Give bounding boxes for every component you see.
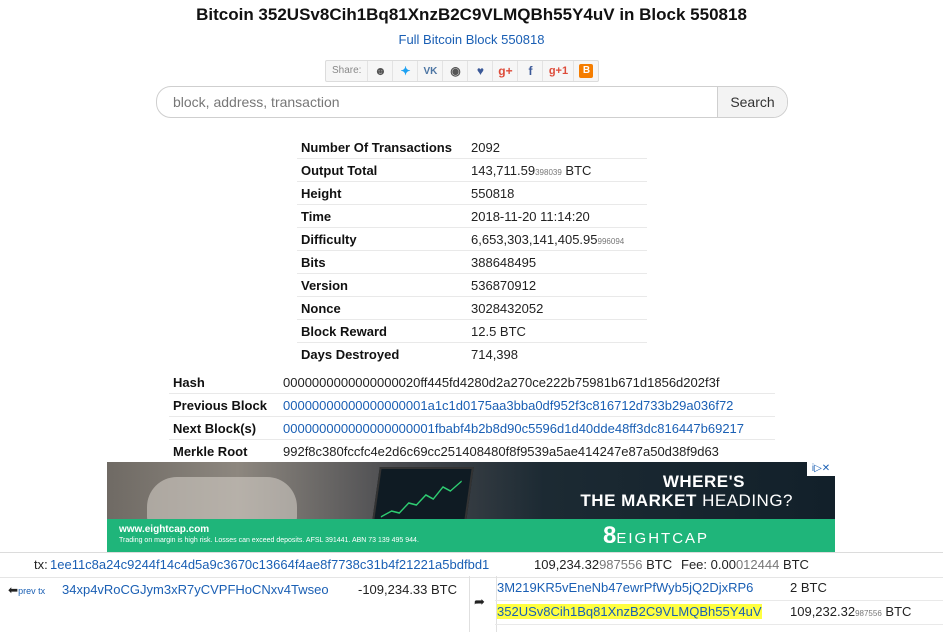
- hash-row: Previous Block 00000000000000000001a1c1d0…: [169, 393, 775, 417]
- logo-mark: 8: [603, 522, 617, 549]
- search-button[interactable]: Search: [717, 87, 787, 117]
- info-key: Bits: [297, 250, 467, 274]
- hash-link[interactable]: 000000000000000000001fbabf4b2b8d90c5596d…: [279, 416, 775, 440]
- vk-icon[interactable]: VK: [418, 61, 444, 81]
- hash-link[interactable]: 00000000000000000001a1c1d0175aa3bba0df95…: [279, 393, 775, 417]
- block-hashes-table: Hash 0000000000000000020ff445fd4280d2a270…: [169, 371, 775, 462]
- ad-headline-rest: HEADING?: [696, 491, 793, 510]
- info-value: 2092: [471, 139, 500, 155]
- info-value: 12.5 BTC: [467, 319, 647, 343]
- info-row: Nonce 3028432052: [297, 296, 647, 320]
- page-title: Bitcoin 352USv8Cih1Bq81XnzB2C9VLMQBh55Y4…: [196, 5, 747, 24]
- hash-key: Previous Block: [169, 393, 279, 417]
- output-amount: 109,232.32987556 BTC: [790, 604, 912, 619]
- ad-choices-icon[interactable]: i▷✕: [807, 462, 835, 476]
- info-key: Number Of Transactions: [301, 139, 452, 155]
- arrow-left-icon: ⬅: [8, 583, 19, 597]
- share-label: Share:: [326, 61, 369, 81]
- info-row: Bits 388648495: [297, 250, 647, 274]
- info-value: 714,398: [467, 342, 647, 365]
- block-info-table: Number Of Transactions 2092 Output Total 14…: [297, 136, 647, 365]
- info-key: Output Total: [297, 158, 467, 182]
- ad-url: www.eightcap.com: [119, 524, 210, 535]
- hash-key: Merkle Root: [169, 439, 279, 462]
- info-key: Height: [297, 181, 467, 205]
- info-value: 388648495: [467, 250, 647, 274]
- tx-output-row: 3M219KR5vEneNb47ewrPfWyb5jQ2DjxRP6 2 BTC: [495, 576, 943, 601]
- ad-disclaimer: Trading on margin is high risk. Losses c…: [119, 537, 419, 544]
- weibo-icon[interactable]: ◉: [443, 61, 469, 81]
- output-amount: 2 BTC: [790, 580, 827, 595]
- info-value: 3028432052: [467, 296, 647, 320]
- transaction-header: tx: 1ee11c8a24c9244f14c4d5a9c3670c13664f…: [0, 552, 943, 578]
- output-address-link[interactable]: 3M219KR5vEneNb47ewrPfWyb5jQ2DjxRP6: [497, 580, 753, 595]
- info-key: Block Reward: [297, 319, 467, 343]
- share-bar: Share: ☻ ✦ VK ◉ ♥ g+ f g+1 B: [325, 60, 600, 82]
- info-row: Days Destroyed 714,398: [297, 342, 647, 365]
- info-row: Difficulty 6,653,303,141,405.95996094: [297, 227, 647, 251]
- input-address-link[interactable]: 34xp4vRoCGJym3xR7yCVPFHoCNxv4Twseo: [62, 582, 329, 597]
- info-row: Time 2018-11-20 11:14:20: [297, 204, 647, 228]
- info-value: 550818: [467, 181, 647, 205]
- reddit-icon[interactable]: ☻: [368, 61, 394, 81]
- info-row: Number Of Transactions 2092: [297, 136, 647, 159]
- hash-value: 992f8c380fccfc4e2d6c69cc251408480f8f9539…: [279, 439, 775, 462]
- info-value: 6,653,303,141,405.95996094: [467, 227, 647, 251]
- twitter-icon[interactable]: ✦: [393, 61, 419, 81]
- hash-key: Next Block(s): [169, 416, 279, 440]
- info-key: Time: [297, 204, 467, 228]
- ad-headline-1: WHERE'S: [662, 472, 745, 491]
- info-key: Version: [297, 273, 467, 297]
- ad-headline-2: THE MARKET HEADING?: [580, 491, 793, 511]
- info-value: 536870912: [467, 273, 647, 297]
- transaction-body: ⬅prev tx 34xp4vRoCGJym3xR7yCVPFHoCNxv4Tw…: [0, 576, 943, 632]
- like-icon[interactable]: ♥: [468, 61, 494, 81]
- info-row: Version 536870912: [297, 273, 647, 297]
- info-value: 143,711.59398039 BTC: [467, 158, 647, 182]
- tx-fee: Fee: 0.00012444 BTC: [681, 557, 809, 572]
- tx-input-row: ⬅prev tx 34xp4vRoCGJym3xR7yCVPFHoCNxv4Tw…: [0, 576, 469, 602]
- info-row: Height 550818: [297, 181, 647, 205]
- google-plus-one-icon[interactable]: g+1: [543, 61, 575, 81]
- blogger-icon[interactable]: B: [574, 61, 598, 81]
- info-key: Nonce: [297, 296, 467, 320]
- search-input[interactable]: [157, 87, 717, 117]
- ad-green-strip: [107, 519, 835, 552]
- subtitle: Full Bitcoin Block 550818: [0, 32, 943, 47]
- eightcap-logo: 8EIGHTCAP: [603, 519, 709, 552]
- advertisement-banner[interactable]: WHERE'S THE MARKET HEADING? www.eightcap…: [107, 462, 835, 552]
- info-key: Days Destroyed: [297, 342, 467, 365]
- input-amount: -109,234.33 BTC: [358, 582, 458, 597]
- tx-id-link[interactable]: 1ee11c8a24c9244f14c4d5a9c3670c13664f4ae8…: [50, 557, 489, 572]
- tx-prefix: tx:: [34, 557, 48, 572]
- info-key: Difficulty: [297, 227, 467, 251]
- info-row: Block Reward 12.5 BTC: [297, 319, 647, 343]
- hash-value: 0000000000000000020ff445fd4280d2a270ce22…: [283, 374, 720, 390]
- full-block-link[interactable]: Full Bitcoin Block 550818: [399, 32, 545, 47]
- output-address-link[interactable]: 352USv8Cih1Bq81XnzB2C9VLMQBh55Y4uV: [497, 604, 762, 619]
- transaction-section: tx: 1ee11c8a24c9244f14c4d5a9c3670c13664f…: [0, 552, 943, 633]
- info-row: Output Total 143,711.59398039 BTC: [297, 158, 647, 182]
- google-plus-icon[interactable]: g+: [493, 61, 519, 81]
- info-value: 2018-11-20 11:14:20: [467, 204, 647, 228]
- hash-row: Merkle Root 992f8c380fccfc4e2d6c69cc25140…: [169, 439, 775, 462]
- prev-tx-link[interactable]: ⬅prev tx: [8, 582, 45, 597]
- tx-output-row: 352USv8Cih1Bq81XnzB2C9VLMQBh55Y4uV 109,23…: [495, 600, 943, 625]
- logo-text: EIGHTCAP: [616, 530, 710, 547]
- hash-row: Next Block(s) 000000000000000000001fbabf4…: [169, 416, 775, 440]
- hash-key: Hash: [173, 374, 205, 390]
- ad-headline-bold: THE MARKET: [580, 491, 697, 510]
- facebook-icon[interactable]: f: [518, 61, 544, 81]
- arrow-right-icon: ➦: [474, 594, 485, 609]
- hash-row: Hash 0000000000000000020ff445fd4280d2a270…: [169, 371, 775, 394]
- tx-total: 109,234.32987556 BTC: [534, 557, 673, 572]
- search-bar: Search: [156, 86, 788, 118]
